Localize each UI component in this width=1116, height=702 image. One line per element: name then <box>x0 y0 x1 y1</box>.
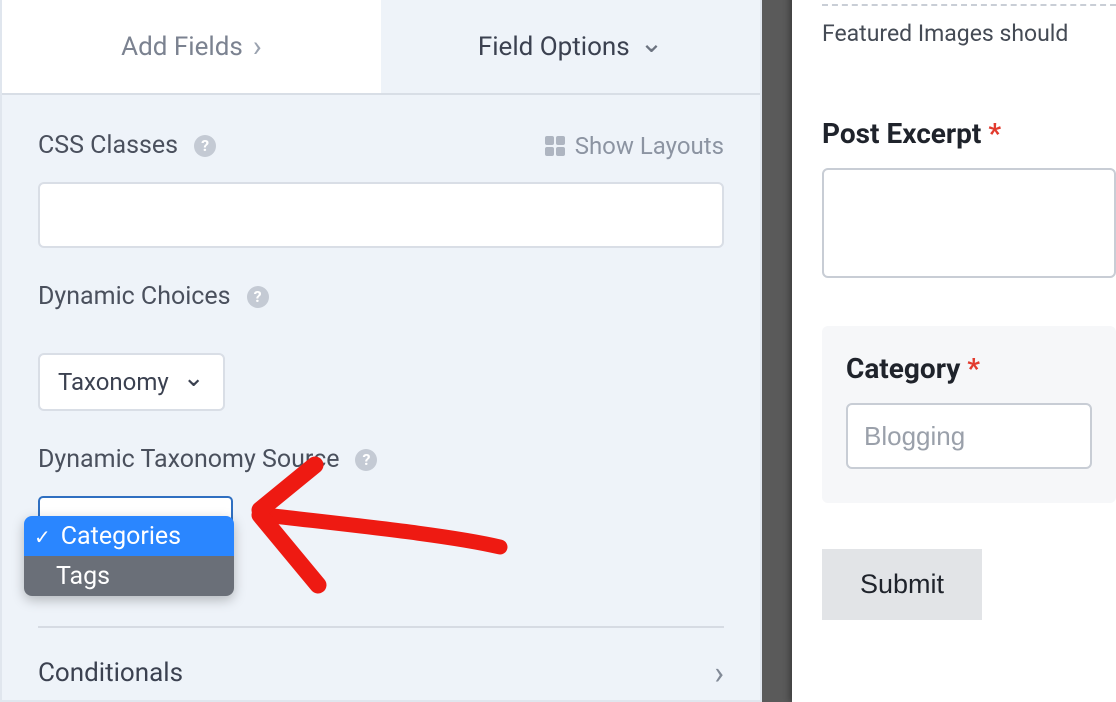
css-classes-input[interactable] <box>38 182 724 248</box>
tab-field-options-label: Field Options <box>478 32 630 62</box>
help-icon[interactable]: ? <box>355 449 377 471</box>
category-select[interactable] <box>846 403 1092 469</box>
category-label: Category * <box>846 352 1092 385</box>
dynamic-choices-text: Dynamic Choices <box>38 282 231 311</box>
dynamic-choices-value: Taxonomy <box>58 368 169 396</box>
featured-images-helper: Featured Images should <box>822 20 1116 47</box>
required-asterisk: * <box>988 117 1001 150</box>
panel-body: CSS Classes ? Show Layouts Dynamic Choic… <box>2 95 760 692</box>
show-layouts-label: Show Layouts <box>575 132 724 160</box>
dashed-placeholder <box>822 0 1116 6</box>
css-classes-text: CSS Classes <box>38 131 178 160</box>
chevron-right-icon <box>253 29 262 64</box>
tab-field-options[interactable]: Field Options <box>381 0 760 93</box>
submit-button[interactable]: Submit <box>822 549 982 620</box>
dynamic-choices-label: Dynamic Choices ? <box>38 282 724 311</box>
tab-add-fields[interactable]: Add Fields <box>2 0 381 93</box>
dynamic-taxonomy-source-label: Dynamic Taxonomy Source ? <box>38 445 724 474</box>
chevron-right-icon <box>714 654 724 692</box>
category-field-wrap: Category * <box>822 326 1116 503</box>
post-excerpt-label: Post Excerpt * <box>822 117 1116 150</box>
check-icon <box>34 522 57 551</box>
required-asterisk: * <box>967 352 980 385</box>
help-icon[interactable]: ? <box>247 286 269 308</box>
tab-add-fields-label: Add Fields <box>121 32 243 62</box>
form-preview: Featured Images should Post Excerpt * Ca… <box>792 0 1116 702</box>
post-excerpt-textarea[interactable] <box>822 168 1116 278</box>
conditionals-row[interactable]: Conditionals <box>38 654 724 692</box>
dynamic-taxonomy-source-select[interactable]: Categories Tags <box>38 496 233 546</box>
dropdown-option-label: Tags <box>56 562 110 591</box>
conditionals-label: Conditionals <box>38 658 183 688</box>
tabs: Add Fields Field Options <box>2 0 760 95</box>
submit-button-label: Submit <box>860 569 944 599</box>
dropdown-option-categories[interactable]: Categories <box>24 516 234 556</box>
grid-icon <box>545 136 565 156</box>
show-layouts-button[interactable]: Show Layouts <box>545 132 724 160</box>
post-excerpt-label-text: Post Excerpt <box>822 117 981 150</box>
divider <box>38 626 724 628</box>
dropdown-option-label: Categories <box>61 522 181 551</box>
help-icon[interactable]: ? <box>194 135 216 157</box>
dynamic-taxonomy-source-text: Dynamic Taxonomy Source <box>38 445 339 474</box>
dropdown-menu: Categories Tags <box>24 516 234 596</box>
dropdown-option-tags[interactable]: Tags <box>24 556 234 596</box>
field-options-panel: Add Fields Field Options CSS Classes ? S… <box>0 0 762 702</box>
chevron-down-icon <box>640 30 663 63</box>
category-label-text: Category <box>846 352 960 385</box>
dynamic-choices-select[interactable]: Taxonomy <box>38 353 225 411</box>
form-preview-column: Featured Images should Post Excerpt * Ca… <box>762 0 1116 702</box>
css-classes-label: CSS Classes ? <box>38 131 216 160</box>
chevron-down-icon <box>183 367 205 397</box>
